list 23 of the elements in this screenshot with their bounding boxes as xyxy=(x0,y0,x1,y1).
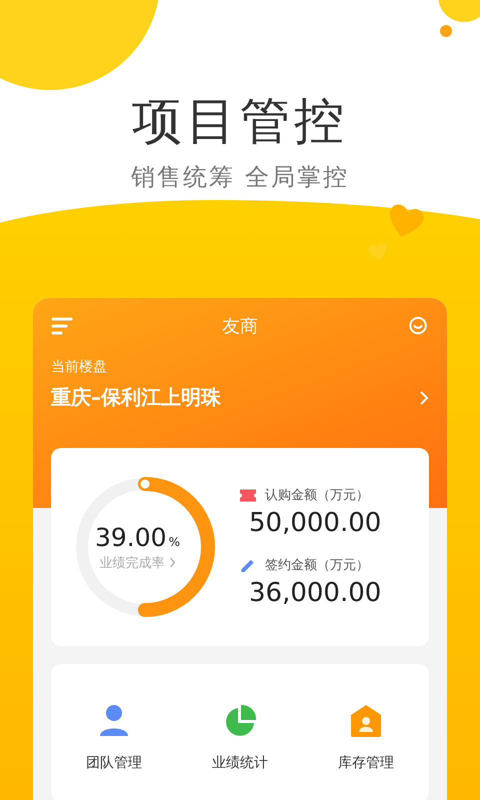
stat-label: 认购金额（万元） xyxy=(265,487,369,504)
ticket-icon xyxy=(239,488,257,502)
ring-handle xyxy=(140,480,150,488)
menu-item-label[interactable]: 库存管理 xyxy=(338,754,394,772)
person-icon[interactable] xyxy=(97,704,131,738)
stat-label: 签约金额（万元） xyxy=(265,557,369,574)
menu-item-label[interactable]: 团队管理 xyxy=(86,754,142,772)
app-title: 友商 xyxy=(222,315,258,338)
house-icon[interactable] xyxy=(349,704,383,738)
menu-item-label[interactable]: 业绩统计 xyxy=(212,754,268,772)
stat-value: 36,000.00 xyxy=(249,578,382,608)
project-label: 当前楼盘 xyxy=(51,358,108,376)
chevron-icon xyxy=(419,390,429,406)
headline-subtitle: 销售统筹 全局掌控 xyxy=(131,162,349,193)
pie-chart-icon[interactable] xyxy=(223,704,257,738)
headline-title: 项目管控 xyxy=(132,91,348,152)
completion-unit: % xyxy=(168,534,180,548)
smiley-icon[interactable] xyxy=(407,316,429,336)
menu-icon[interactable] xyxy=(51,316,73,336)
dot-decoration xyxy=(440,25,452,37)
chevron-icon xyxy=(168,557,176,568)
stat-value: 50,000.00 xyxy=(249,508,382,538)
completion-value: 39.00 xyxy=(95,522,167,552)
